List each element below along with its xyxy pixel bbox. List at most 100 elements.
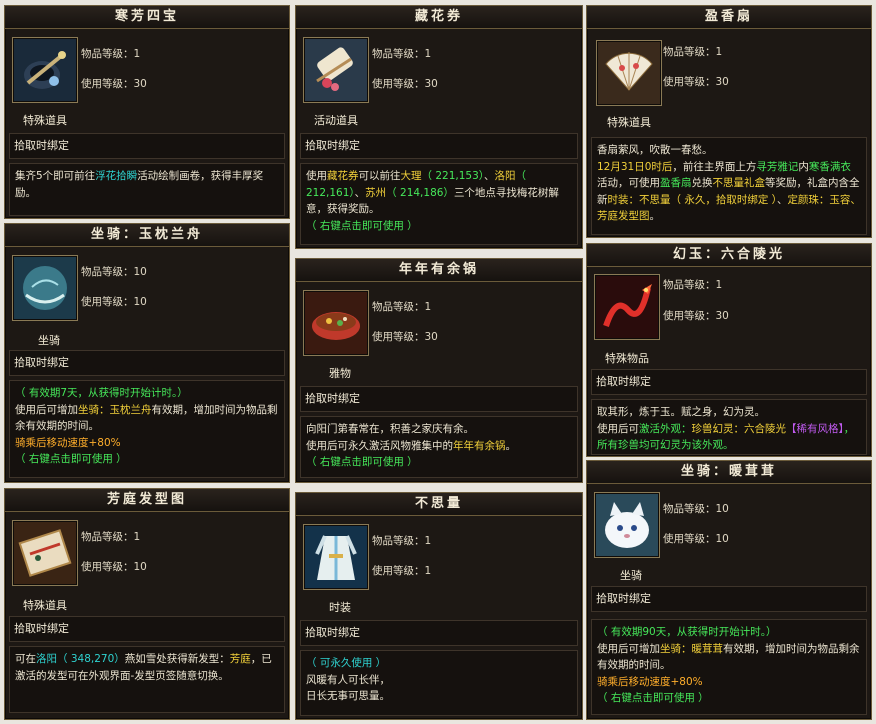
description-text: （ 右键点击即可使用 ）: [306, 219, 418, 232]
description-line: 取其形，炼于玉。赋之身，幻为灵。: [597, 404, 861, 421]
item-level: 物品等级：1: [372, 535, 432, 547]
use-level: 使用等级：30: [372, 331, 438, 343]
item-title: 盈香扇: [587, 6, 871, 29]
description-line: （ 右键点击即可使用 ）: [306, 218, 572, 235]
item-card-busiliang: 不思量 物品等级：1 使用等级：1 时装 拾取时绑定 （ 可永久使用 ） 风暖有人…: [295, 492, 583, 720]
description-line: 使用藏花券可以前往大理（ 221,153）、洛阳（ 212,161）、苏州（ 2…: [306, 168, 572, 218]
bind-status: 拾取时绑定: [9, 133, 285, 159]
bind-status: 拾取时绑定: [9, 616, 285, 642]
description-text: （ 214,186）: [386, 186, 454, 199]
description-text: 使用后可永久激活风物雅集中的: [306, 439, 453, 452]
item-description: （ 可永久使用 ） 风暖有人可长伴， 日长无事可思量。: [300, 650, 578, 716]
item-category: 坐骑: [38, 334, 60, 347]
item-title: 年年有余锅: [296, 259, 582, 282]
description-text: 燕如雪处获得新发型：: [124, 653, 230, 665]
description-text: 使用: [306, 170, 327, 182]
description-text: 向阳门第春常在，积善之家庆有余。: [306, 423, 474, 435]
description-text: 洛阳（ 348,270）: [36, 653, 125, 665]
description-text: 使用后可: [597, 422, 639, 435]
scroll-ticket-icon: [303, 37, 369, 103]
description-line: （ 右键点击即可使用 ）: [597, 690, 861, 707]
description-line: （ 有效期7天，从获得时开始计时。）: [15, 385, 279, 402]
description-text: （ 有效期90天，从获得时开始计时。）: [597, 626, 777, 638]
description-text: 取其形，炼于玉。赋之身，幻为灵。: [597, 406, 765, 418]
description-line: 集齐5个即可前往浮花拾瞬活动绘制画卷，获得丰厚奖励。: [15, 168, 279, 201]
description-text: 。: [505, 439, 517, 452]
description-text: 、: [776, 193, 788, 206]
description-text: ，前往主界面上方: [672, 160, 757, 173]
item-title: 藏花券: [296, 6, 582, 29]
item-level: 物品等级：1: [663, 279, 723, 291]
item-description: 香扇萦风，吹散一春愁。 12月31日0时后，前往主界面上方寻芳雅记内寒香满衣活动，…: [591, 137, 867, 235]
item-card-niannian-youyu-guo: 年年有余锅 物品等级：1 使用等级：30 雅物 拾取时绑定 向阳门第春常在，积善…: [295, 258, 583, 483]
hairstyle-scroll-icon: [12, 520, 78, 586]
description-line: （ 可永久使用 ）: [306, 655, 572, 672]
item-description: 使用藏花券可以前往大理（ 221,153）、洛阳（ 212,161）、苏州（ 2…: [300, 163, 578, 245]
description-text: 可以前往: [358, 170, 401, 182]
hotpot-icon: [303, 290, 369, 356]
description-line: 日长无事可思量。: [306, 688, 572, 705]
item-level: 物品等级：1: [372, 301, 432, 313]
use-level: 使用等级：30: [372, 78, 438, 90]
description-text: （ 右键点击即可使用 ）: [306, 456, 418, 468]
description-line: 香扇萦风，吹散一春愁。: [597, 142, 861, 159]
costume-icon: [303, 524, 369, 590]
bind-status: 拾取时绑定: [300, 620, 578, 646]
bind-status: 拾取时绑定: [591, 369, 867, 395]
description-line: 使用后可激活外观：珍兽幻灵：六合陵光【稀有风格】，所有珍兽均可幻灵为该外观。: [597, 421, 861, 454]
item-card-canghua-quan: 藏花券 物品等级：1 使用等级：30 活动道具 拾取时绑定 使用藏花券可以前往大…: [295, 5, 583, 249]
fan-icon: [596, 40, 662, 106]
description-line: 骑乘后移动速度+80%: [15, 435, 279, 452]
description-text: 内: [798, 160, 809, 173]
item-title: 坐骑：暖茸茸: [587, 461, 871, 484]
item-card-hanfang-sibao: 寒芳四宝 物品等级：1 使用等级：30 特殊道具 拾取时绑定 集齐5个即可前往浮…: [4, 5, 290, 219]
description-text: 使用后可增加: [597, 642, 660, 655]
item-level: 物品等级：1: [372, 48, 432, 60]
description-text: 使用后可增加: [15, 403, 78, 416]
bind-status: 拾取时绑定: [591, 586, 867, 612]
item-level: 物品等级：1: [81, 48, 141, 60]
item-level: 物品等级：1: [81, 531, 141, 543]
item-description: 向阳门第春常在，积善之家庆有余。使用后可永久激活风物雅集中的年年有余锅。（ 右键…: [300, 416, 578, 478]
item-level: 物品等级：1: [663, 46, 723, 58]
bind-status: 拾取时绑定: [9, 350, 285, 376]
item-card-huanyu-liuhe-lingguang: 幻玉：六合陵光 物品等级：1 使用等级：30 特殊物品 拾取时绑定 取其形，炼于…: [586, 243, 872, 457]
description-text: （ 有效期7天，从获得时开始计时。）: [15, 387, 188, 399]
description-text: 浮花拾瞬: [95, 170, 138, 182]
description-text: 寻芳雅记: [756, 160, 799, 173]
item-category: 时装: [329, 601, 351, 614]
description-text: 风暖有人可长伴，: [306, 673, 390, 686]
description-line: 向阳门第春常在，积善之家庆有余。: [306, 421, 572, 438]
description-text: （ 右键点击即可使用 ）: [15, 453, 127, 465]
description-text: 激活外观：: [639, 422, 692, 435]
use-level: 使用等级：1: [372, 565, 432, 577]
description-text: 、: [354, 186, 366, 199]
description-line: 风暖有人可长伴，: [306, 672, 572, 689]
item-description: 取其形，炼于玉。赋之身，幻为灵。使用后可激活外观：珍兽幻灵：六合陵光【稀有风格】…: [591, 399, 867, 455]
use-level: 使用等级：10: [81, 561, 147, 573]
item-card-mount-yuzhen-lanzhou: 坐骑：玉枕兰舟 物品等级：10 使用等级：10 坐骑 拾取时绑定 （ 有效期7天…: [4, 223, 290, 483]
description-text: 香扇萦风，吹散一春愁。: [597, 144, 713, 156]
description-text: 大理: [400, 170, 422, 182]
bind-status: 拾取时绑定: [300, 386, 578, 412]
description-line: 骑乘后移动速度+80%: [597, 674, 861, 691]
use-level: 使用等级：10: [663, 533, 729, 545]
description-text: 、: [484, 170, 495, 182]
description-text: 洛阳: [494, 170, 516, 182]
item-description: （ 有效期90天，从获得时开始计时。） 使用后可增加坐骑：暖茸茸有效期，增加时间为…: [591, 619, 867, 715]
item-description: 集齐5个即可前往浮花拾瞬活动绘制画卷，获得丰厚奖励。: [9, 163, 285, 216]
description-line: 使用后可永久激活风物雅集中的年年有余锅。: [306, 438, 572, 455]
ink-set-icon: [12, 37, 78, 103]
description-line: 使用后可增加坐骑：暖茸茸有效期，增加时间为物品剩余有效期的时间。: [597, 641, 861, 674]
item-title: 幻玉：六合陵光: [587, 244, 871, 267]
description-text: （ 221,153）: [421, 170, 485, 182]
item-level: 物品等级：10: [663, 503, 729, 515]
description-text: 集齐5个即可前往: [15, 170, 96, 182]
description-text: 时装：不思量（ 永久，拾取时绑定 ）: [607, 193, 777, 206]
boat-mount-icon: [12, 255, 78, 321]
red-dragon-icon: [594, 274, 660, 340]
item-category: 特殊道具: [607, 116, 651, 129]
use-level: 使用等级：10: [81, 296, 147, 308]
description-text: （ 可永久使用 ）: [306, 657, 387, 669]
item-card-fangting-faxing-tu: 芳庭发型图 物品等级：1 使用等级：10 特殊道具 拾取时绑定 可在洛阳（ 34…: [4, 488, 290, 720]
